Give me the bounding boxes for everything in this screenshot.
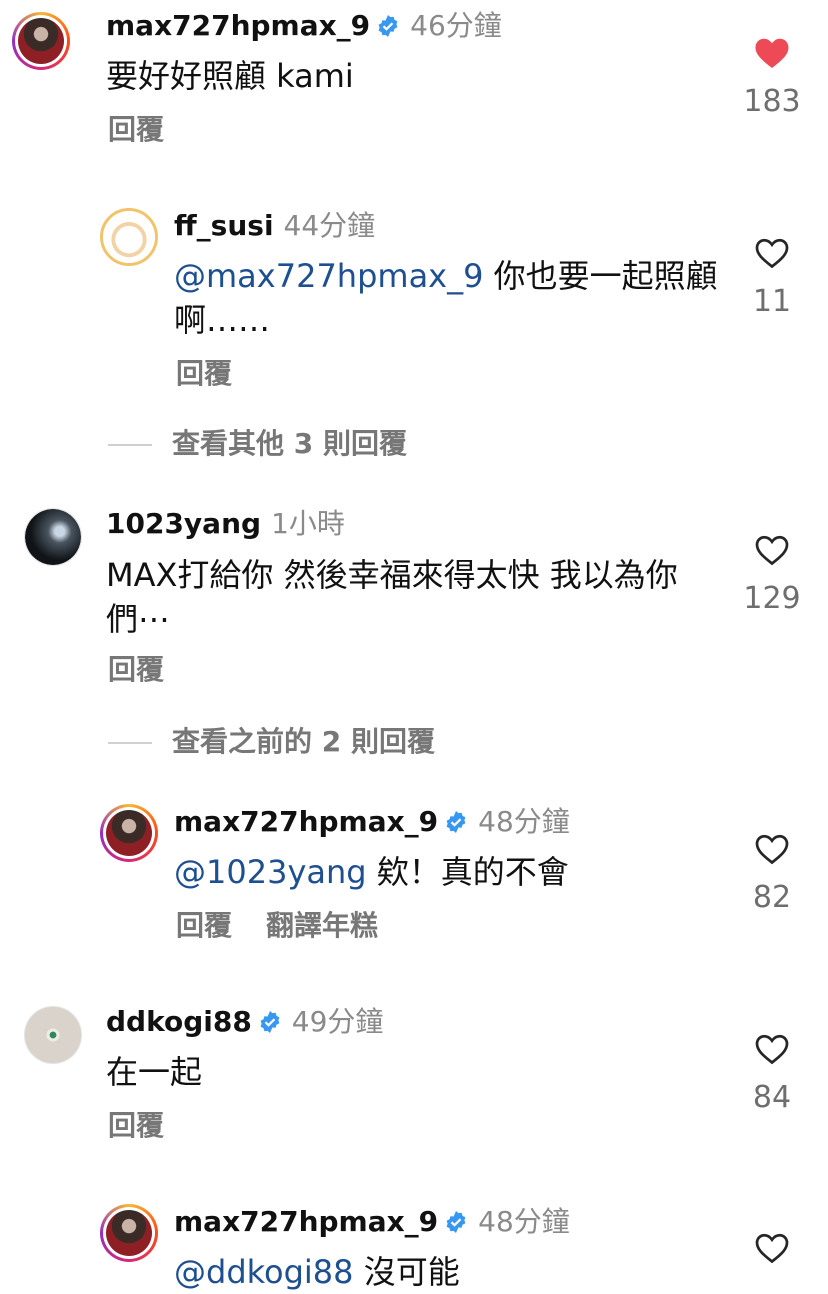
like-count: 11 [752,284,792,319]
like-button[interactable]: 183 [740,36,804,120]
comment-username[interactable]: max727hpmax_9 [174,805,438,838]
comment-text: 在一起 [106,1053,203,1091]
verified-badge-icon [446,1211,466,1233]
avatar[interactable] [100,208,158,266]
like-count: 183 [743,84,801,119]
like-count: 129 [743,581,801,616]
avatar[interactable] [12,12,70,70]
verified-badge-icon [260,1011,280,1033]
avatar[interactable] [24,1006,82,1064]
view-previous-replies-button[interactable]: 查看之前的 2 則回覆 [108,724,435,760]
mention-link[interactable]: @ddkogi88 [174,1253,354,1291]
comment-time: 48分鐘 [478,1205,570,1238]
comment-text: @1023yang 欸！真的不會 [174,853,569,891]
avatar[interactable] [100,1204,158,1262]
comment-text: MAX打給你 然後幸福來得太快 我以為你們⋯ [106,556,678,638]
view-more-replies-button[interactable]: 查看其他 3 則回覆 [108,426,407,462]
comment-text: 要好好照顧 kami [106,57,354,95]
like-count: 84 [752,1080,792,1115]
heart-filled-icon [755,38,789,68]
like-button[interactable] [740,1231,804,1265]
divider-line [108,444,152,446]
heart-outline-icon [755,238,789,269]
verified-badge-icon [378,15,398,37]
like-button[interactable]: 84 [740,1032,804,1116]
avatar[interactable] [24,508,82,566]
comment-text: @ddkogi88 沒可能 [174,1253,460,1291]
comment-username[interactable]: max727hpmax_9 [106,9,370,42]
comment-username[interactable]: max727hpmax_9 [174,1205,438,1238]
mention-link[interactable]: @max727hpmax_9 [174,257,483,295]
avatar[interactable] [100,804,158,862]
reply-button[interactable]: 回覆 [176,357,232,390]
comment-time: 44分鐘 [283,209,376,242]
heart-outline-icon [755,1233,789,1264]
comment-username[interactable]: ddkogi88 [106,1005,252,1038]
comment-username[interactable]: ff_susi [174,209,274,242]
comment-time: 49分鐘 [291,1005,384,1038]
comment-time: 1小時 [271,507,345,540]
translate-button[interactable]: 翻譯年糕 [266,909,378,942]
comment-time: 46分鐘 [410,9,502,42]
verified-badge-icon [446,811,466,833]
reply-button[interactable]: 回覆 [176,909,232,942]
like-button[interactable]: 129 [740,533,804,617]
reply-button[interactable]: 回覆 [108,653,164,686]
like-button[interactable]: 11 [740,236,804,320]
like-button[interactable]: 82 [740,832,804,916]
divider-line [108,742,152,744]
heart-outline-icon [755,1034,789,1065]
like-count: 82 [752,880,792,915]
comment-text: @max727hpmax_9 你也要一起照顧啊…… [174,257,718,339]
reply-button[interactable]: 回覆 [108,1109,164,1142]
heart-outline-icon [755,834,789,865]
mention-link[interactable]: @1023yang [174,853,367,891]
comment-username[interactable]: 1023yang [106,507,261,540]
comment-time: 48分鐘 [478,805,570,838]
reply-button[interactable]: 回覆 [108,113,164,146]
heart-outline-icon [755,535,789,566]
